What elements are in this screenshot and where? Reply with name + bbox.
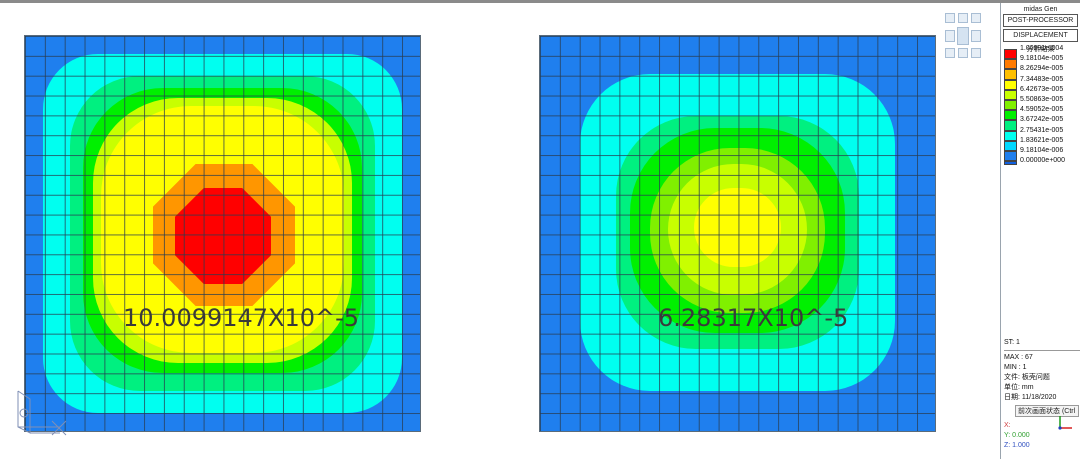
legend-swatch <box>1004 161 1017 166</box>
file-label: 文件: 板壳问题 <box>1004 374 1050 381</box>
legend-label: 3.67242e-005 <box>1020 116 1064 124</box>
max-displacement-label-left: 10.0099147X10^-5 <box>123 304 360 332</box>
legend-swatch <box>1004 110 1017 121</box>
max-displacement-label-right: 6.28317X10^-5 <box>658 304 849 332</box>
legend-label: 4.59052e-005 <box>1020 106 1064 114</box>
legend-label: 2.75431e-005 <box>1020 126 1064 134</box>
date-label: 日期: 11/18/2020 <box>1004 394 1057 401</box>
z-coordinate: Z: 1.000 <box>1004 442 1030 449</box>
legend-label: 6.42673e-005 <box>1020 85 1064 93</box>
nav-corner-tr[interactable] <box>971 13 981 23</box>
axis-gizmo-icon <box>17 390 67 436</box>
result-info: ST: 1 MAX : 67 MIN : 1 文件: 板壳问题 单位: mm 日… <box>1004 338 1080 403</box>
max-node-label: MAX : 67 <box>1004 354 1033 361</box>
legend-label: 9.18104e-005 <box>1020 55 1064 63</box>
coordinate-readout: X: Y: 0.000 Z: 1.000 <box>1004 421 1030 451</box>
y-coordinate: Y: 0.000 <box>1004 432 1030 439</box>
nav-right[interactable] <box>971 30 981 42</box>
contour-plate-right: 6.28317X10^-5 <box>539 35 936 432</box>
module-name: POST-PROCESSOR <box>1003 14 1078 27</box>
legend-swatch <box>1004 99 1017 111</box>
legend-label: 0.00000e+000 <box>1020 157 1065 165</box>
view-navigation-cube[interactable] <box>945 13 981 59</box>
legend-label: 8.26294e-005 <box>1020 65 1064 73</box>
nav-bottom[interactable] <box>958 48 968 58</box>
legend-swatch <box>1004 120 1017 131</box>
step-label: ST: 1 <box>1004 339 1020 346</box>
app-name: midas Gen <box>1023 6 1058 13</box>
model-viewport[interactable]: 10.0099147X10^-5 6.28317X10^-5 <box>0 3 1000 459</box>
result-type: DISPLACEMENT <box>1003 29 1078 42</box>
legend-swatch <box>1004 79 1017 90</box>
legend-swatch <box>1004 140 1017 151</box>
nav-front[interactable] <box>957 27 969 45</box>
min-node-label: MIN : 1 <box>1004 364 1027 371</box>
legend-label: 5.50863e-005 <box>1020 95 1064 103</box>
legend-swatch <box>1004 49 1017 60</box>
info-divider <box>1004 350 1080 351</box>
legend-swatch <box>1004 59 1017 70</box>
contour-plate-left: 10.0099147X10^-5 <box>24 35 421 432</box>
x-coordinate: X: <box>1004 422 1011 429</box>
legend-label: 9.18104e-006 <box>1020 146 1064 154</box>
contour-band-6 <box>694 188 781 267</box>
legend-swatch <box>1004 69 1017 80</box>
legend-label: 1.83621e-005 <box>1020 136 1064 144</box>
color-legend: 1.00991e-004 9.18104e-005 8.26294e-005 7.34… <box>1004 45 1080 171</box>
legend-label: 7.34483e-005 <box>1020 75 1064 83</box>
legend-swatch <box>1004 150 1017 162</box>
nav-corner-bl[interactable] <box>945 48 955 58</box>
legend-row: 0.00000e+000 <box>1004 157 1080 171</box>
nav-top[interactable] <box>958 13 968 23</box>
legend-swatch <box>1004 89 1017 100</box>
nav-left[interactable] <box>945 30 955 42</box>
legend-swatch <box>1004 130 1017 141</box>
nav-corner-br[interactable] <box>971 48 981 58</box>
legend-label: 1.00991e-004 <box>1020 45 1064 52</box>
legend-panel: midas Gen POST-PROCESSOR DISPLACEMENT 分析… <box>1000 3 1080 459</box>
nav-corner-tl[interactable] <box>945 13 955 23</box>
coordinate-axis-icon <box>1058 416 1072 430</box>
unit-label: 单位: mm <box>1004 384 1034 391</box>
